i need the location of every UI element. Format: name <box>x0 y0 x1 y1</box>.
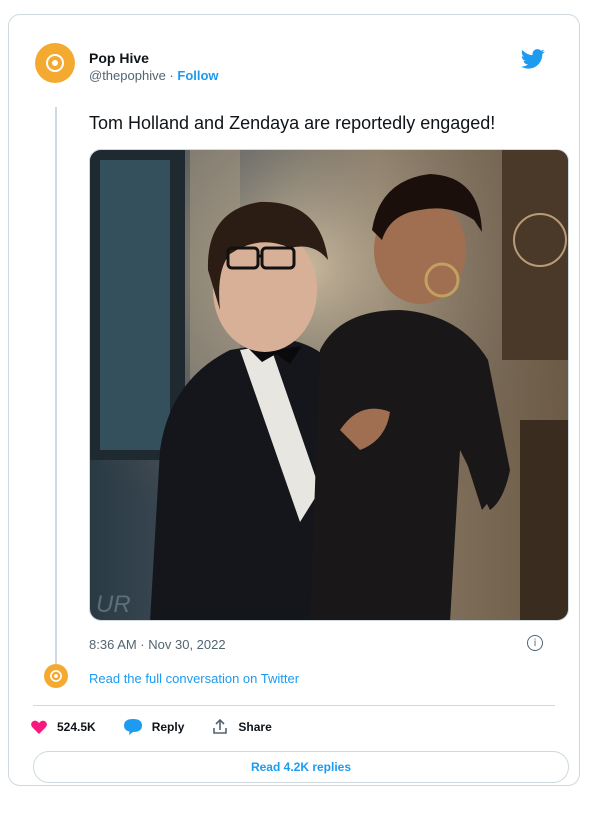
info-glyph: i <box>533 637 537 649</box>
tweet-embed-card: Pop Hive @thepophive · Follow Tom Hollan… <box>8 14 580 786</box>
tweet-photo[interactable]: UR <box>89 149 569 621</box>
pophive-logo-small-icon <box>50 670 62 682</box>
couple-photo-image: UR <box>90 150 568 620</box>
avatar-small[interactable] <box>44 664 68 688</box>
reply-button[interactable]: Reply <box>123 719 185 735</box>
handle-separator: · <box>165 68 178 83</box>
author-handle[interactable]: @thepophive <box>89 68 166 83</box>
likes-count: 524.5K <box>57 720 96 734</box>
thread-line <box>55 107 57 665</box>
avatar[interactable] <box>35 43 75 83</box>
reply-label: Reply <box>151 720 185 734</box>
action-bar: 524.5K Reply Share <box>31 719 300 735</box>
share-button[interactable]: Share <box>212 719 272 735</box>
author-subline: @thepophive · Follow <box>89 67 219 85</box>
info-icon[interactable]: i <box>527 635 543 651</box>
tweet-timestamp[interactable]: 8:36 AM · Nov 30, 2022 <box>89 637 226 652</box>
like-button[interactable]: 524.5K <box>31 720 96 734</box>
share-label: Share <box>238 720 272 734</box>
svg-text:UR: UR <box>96 591 131 618</box>
heart-icon <box>31 720 47 734</box>
twitter-bird-icon[interactable] <box>521 49 545 69</box>
follow-link[interactable]: Follow <box>177 68 218 83</box>
tweet-text: Tom Holland and Zendaya are reportedly e… <box>89 113 496 133</box>
read-replies-button[interactable]: Read 4.2K replies <box>33 751 569 783</box>
pophive-logo-icon <box>46 54 64 72</box>
author-block: Pop Hive @thepophive · Follow <box>89 49 219 85</box>
author-name[interactable]: Pop Hive <box>89 49 219 67</box>
share-icon <box>212 719 228 735</box>
read-full-conversation-link[interactable]: Read the full conversation on Twitter <box>89 671 299 686</box>
divider <box>33 705 555 706</box>
speech-bubble-icon <box>123 719 142 735</box>
